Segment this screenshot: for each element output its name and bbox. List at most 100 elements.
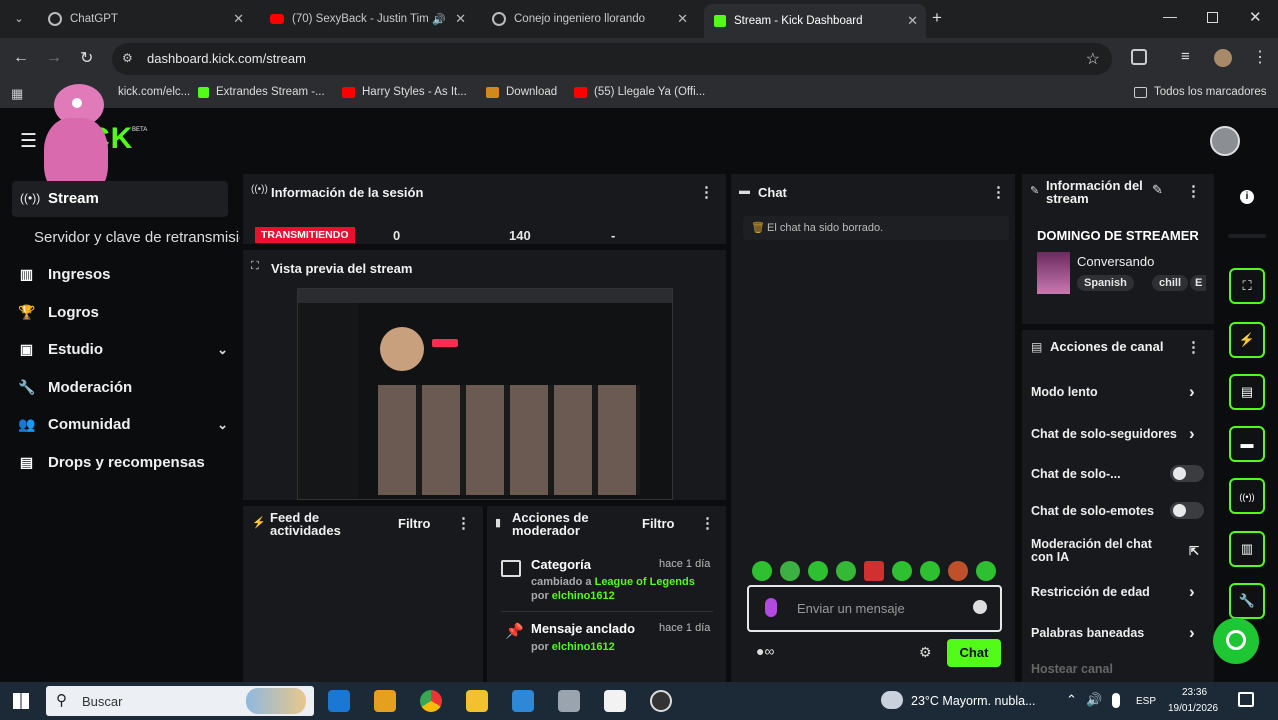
- minimize-icon[interactable]: —: [1163, 8, 1177, 24]
- filter-button[interactable]: Filtro: [642, 516, 675, 531]
- sidebar-item-server-key[interactable]: Servidor y clave de retransmisión: [34, 229, 240, 246]
- category-link[interactable]: League of Legends: [595, 576, 695, 588]
- tag-chip[interactable]: chill: [1152, 275, 1189, 291]
- bookmark-harry-styles[interactable]: Harry Styles - As It...: [342, 86, 467, 98]
- obs-icon[interactable]: [650, 690, 672, 712]
- rail-notes-button[interactable]: ▤: [1229, 374, 1265, 410]
- sidebar-item-comunidad[interactable]: 👥 Comunidad ⌄: [18, 416, 228, 433]
- url-field[interactable]: ⚙ dashboard.kick.com/stream ☆: [112, 43, 1112, 75]
- action-age-restriction[interactable]: Restricción de edad ›: [1031, 582, 1209, 601]
- stream-preview-video[interactable]: [297, 288, 673, 500]
- emotes-only-toggle[interactable]: [1170, 502, 1204, 519]
- more-options-icon[interactable]: ⋮: [991, 183, 1006, 201]
- stream-category[interactable]: Conversando: [1077, 254, 1154, 269]
- action-emotes-only[interactable]: Chat de solo-emotes: [1031, 502, 1209, 519]
- user-avatar[interactable]: [1210, 126, 1240, 156]
- sidebar-item-drops[interactable]: ▤ Drops y recompensas: [18, 454, 205, 471]
- capcut-icon[interactable]: [604, 690, 626, 712]
- chat-message-input[interactable]: Enviar un mensaje: [747, 585, 1002, 632]
- emote-icon[interactable]: [752, 561, 772, 581]
- tab-chatgpt[interactable]: ChatGPT ✕: [38, 4, 252, 34]
- close-window-icon[interactable]: ✕: [1249, 8, 1262, 26]
- action-slow-mode[interactable]: Modo lento ›: [1031, 382, 1209, 401]
- volume-icon[interactable]: 🔊: [1086, 692, 1102, 708]
- tab-search-chevron-icon[interactable]: ⌄: [10, 10, 28, 28]
- chat-settings-icon[interactable]: ⚙: [919, 644, 932, 661]
- sidebar-item-logros[interactable]: 🏆 Logros: [18, 304, 99, 321]
- site-settings-icon[interactable]: ⚙: [122, 51, 133, 65]
- microphone-icon[interactable]: [765, 598, 777, 617]
- maximize-icon[interactable]: [1207, 12, 1218, 23]
- chevron-down-icon[interactable]: ⌄: [217, 417, 228, 433]
- emote-icon[interactable]: [808, 561, 828, 581]
- sidebar-item-estudio[interactable]: ▣ Estudio ⌄: [18, 341, 228, 358]
- close-tab-icon[interactable]: ✕: [907, 13, 918, 29]
- emote-icon[interactable]: [920, 561, 940, 581]
- username-link[interactable]: elchino1612: [552, 641, 615, 653]
- bookmark-extrandes[interactable]: Extrandes Stream -...: [198, 86, 325, 98]
- forward-icon[interactable]: →: [46, 49, 62, 67]
- more-options-icon[interactable]: ⋮: [456, 514, 471, 532]
- subscribers-only-toggle[interactable]: [1170, 465, 1204, 482]
- back-icon[interactable]: ←: [13, 49, 29, 67]
- close-tab-icon[interactable]: ✕: [233, 11, 244, 27]
- info-icon[interactable]: i: [1240, 190, 1254, 204]
- close-tab-icon[interactable]: ✕: [455, 11, 466, 27]
- sidebar-item-moderacion[interactable]: 🔧 Moderación: [18, 379, 132, 396]
- emote-icon[interactable]: [864, 561, 884, 581]
- emote-icon[interactable]: [892, 561, 912, 581]
- profile-avatar-icon[interactable]: [1214, 49, 1232, 67]
- chevron-down-icon[interactable]: ⌄: [217, 342, 228, 358]
- rail-layout-button[interactable]: ▥: [1229, 531, 1265, 567]
- apps-grid-icon[interactable]: ▦: [11, 86, 23, 102]
- badge-app-icon[interactable]: [374, 690, 396, 712]
- browser-menu-icon[interactable]: ⋮: [1252, 47, 1268, 67]
- more-options-icon[interactable]: ⋮: [700, 514, 715, 532]
- sidebar-item-stream[interactable]: ((•)) Stream: [12, 181, 228, 217]
- emoji-picker-icon[interactable]: [973, 600, 987, 614]
- store-icon[interactable]: [512, 690, 534, 712]
- bookmark-download[interactable]: Download: [486, 86, 557, 98]
- more-options-icon[interactable]: ⋮: [1186, 338, 1201, 356]
- new-tab-icon[interactable]: +: [932, 8, 942, 28]
- close-tab-icon[interactable]: ✕: [677, 11, 688, 27]
- app-icon[interactable]: [558, 690, 580, 712]
- rail-moderation-button[interactable]: 🔧: [1229, 583, 1265, 619]
- weather-icon[interactable]: [881, 691, 903, 709]
- rail-activity-button[interactable]: ⚡: [1229, 322, 1265, 358]
- action-subscribers-only[interactable]: Chat de solo-...: [1031, 465, 1209, 482]
- bookmark-kick-profile[interactable]: kick.com/elc...: [118, 86, 190, 98]
- rail-chat-button[interactable]: ▬: [1229, 426, 1265, 462]
- tab-kick-dashboard[interactable]: Stream - Kick Dashboard ✕: [704, 4, 926, 38]
- more-options-icon[interactable]: ⋮: [1186, 182, 1201, 200]
- microphone-tray-icon[interactable]: [1112, 693, 1120, 708]
- all-bookmarks[interactable]: Todos los marcadores: [1134, 86, 1267, 98]
- tag-chip[interactable]: Spanish: [1077, 275, 1134, 291]
- more-options-icon[interactable]: ⋮: [699, 183, 714, 201]
- emote-icon[interactable]: [780, 561, 800, 581]
- taskbar-search-box[interactable]: ⚲ Buscar: [46, 686, 314, 716]
- rail-broadcast-button[interactable]: ((•)): [1229, 478, 1265, 514]
- action-ai-moderation[interactable]: Moderación del chat con IA ⇱: [1031, 538, 1209, 564]
- action-banned-words[interactable]: Palabras baneadas ›: [1031, 623, 1209, 642]
- notifications-icon[interactable]: [1238, 692, 1254, 707]
- language-indicator[interactable]: ESP: [1136, 696, 1156, 707]
- chat-users-icon[interactable]: ●∞: [756, 643, 774, 659]
- edit-icon[interactable]: ✎: [1152, 182, 1163, 198]
- outlook-icon[interactable]: [328, 690, 350, 712]
- send-chat-button[interactable]: Chat: [947, 639, 1001, 667]
- clock-time[interactable]: 23:36: [1182, 687, 1207, 698]
- bookmark-star-icon[interactable]: ☆: [1086, 49, 1100, 69]
- file-explorer-icon[interactable]: [466, 690, 488, 712]
- weather-text[interactable]: 23°C Mayorm. nubla...: [911, 694, 1046, 708]
- tab-conejo[interactable]: Conejo ingeniero llorando ✕: [482, 4, 696, 34]
- windows-start-icon[interactable]: [13, 693, 29, 709]
- tab-sexyback[interactable]: (70) SexyBack - Justin Timberlake 🔊 ✕: [260, 4, 474, 34]
- clock-date[interactable]: 19/01/2026: [1168, 703, 1218, 714]
- extensions-icon[interactable]: [1131, 49, 1147, 65]
- action-host-channel[interactable]: Hostear canal: [1031, 662, 1209, 676]
- support-chat-button[interactable]: [1213, 618, 1259, 664]
- tag-chip[interactable]: E: [1190, 275, 1206, 291]
- chrome-icon[interactable]: [420, 690, 442, 712]
- reload-icon[interactable]: ↻: [80, 48, 93, 68]
